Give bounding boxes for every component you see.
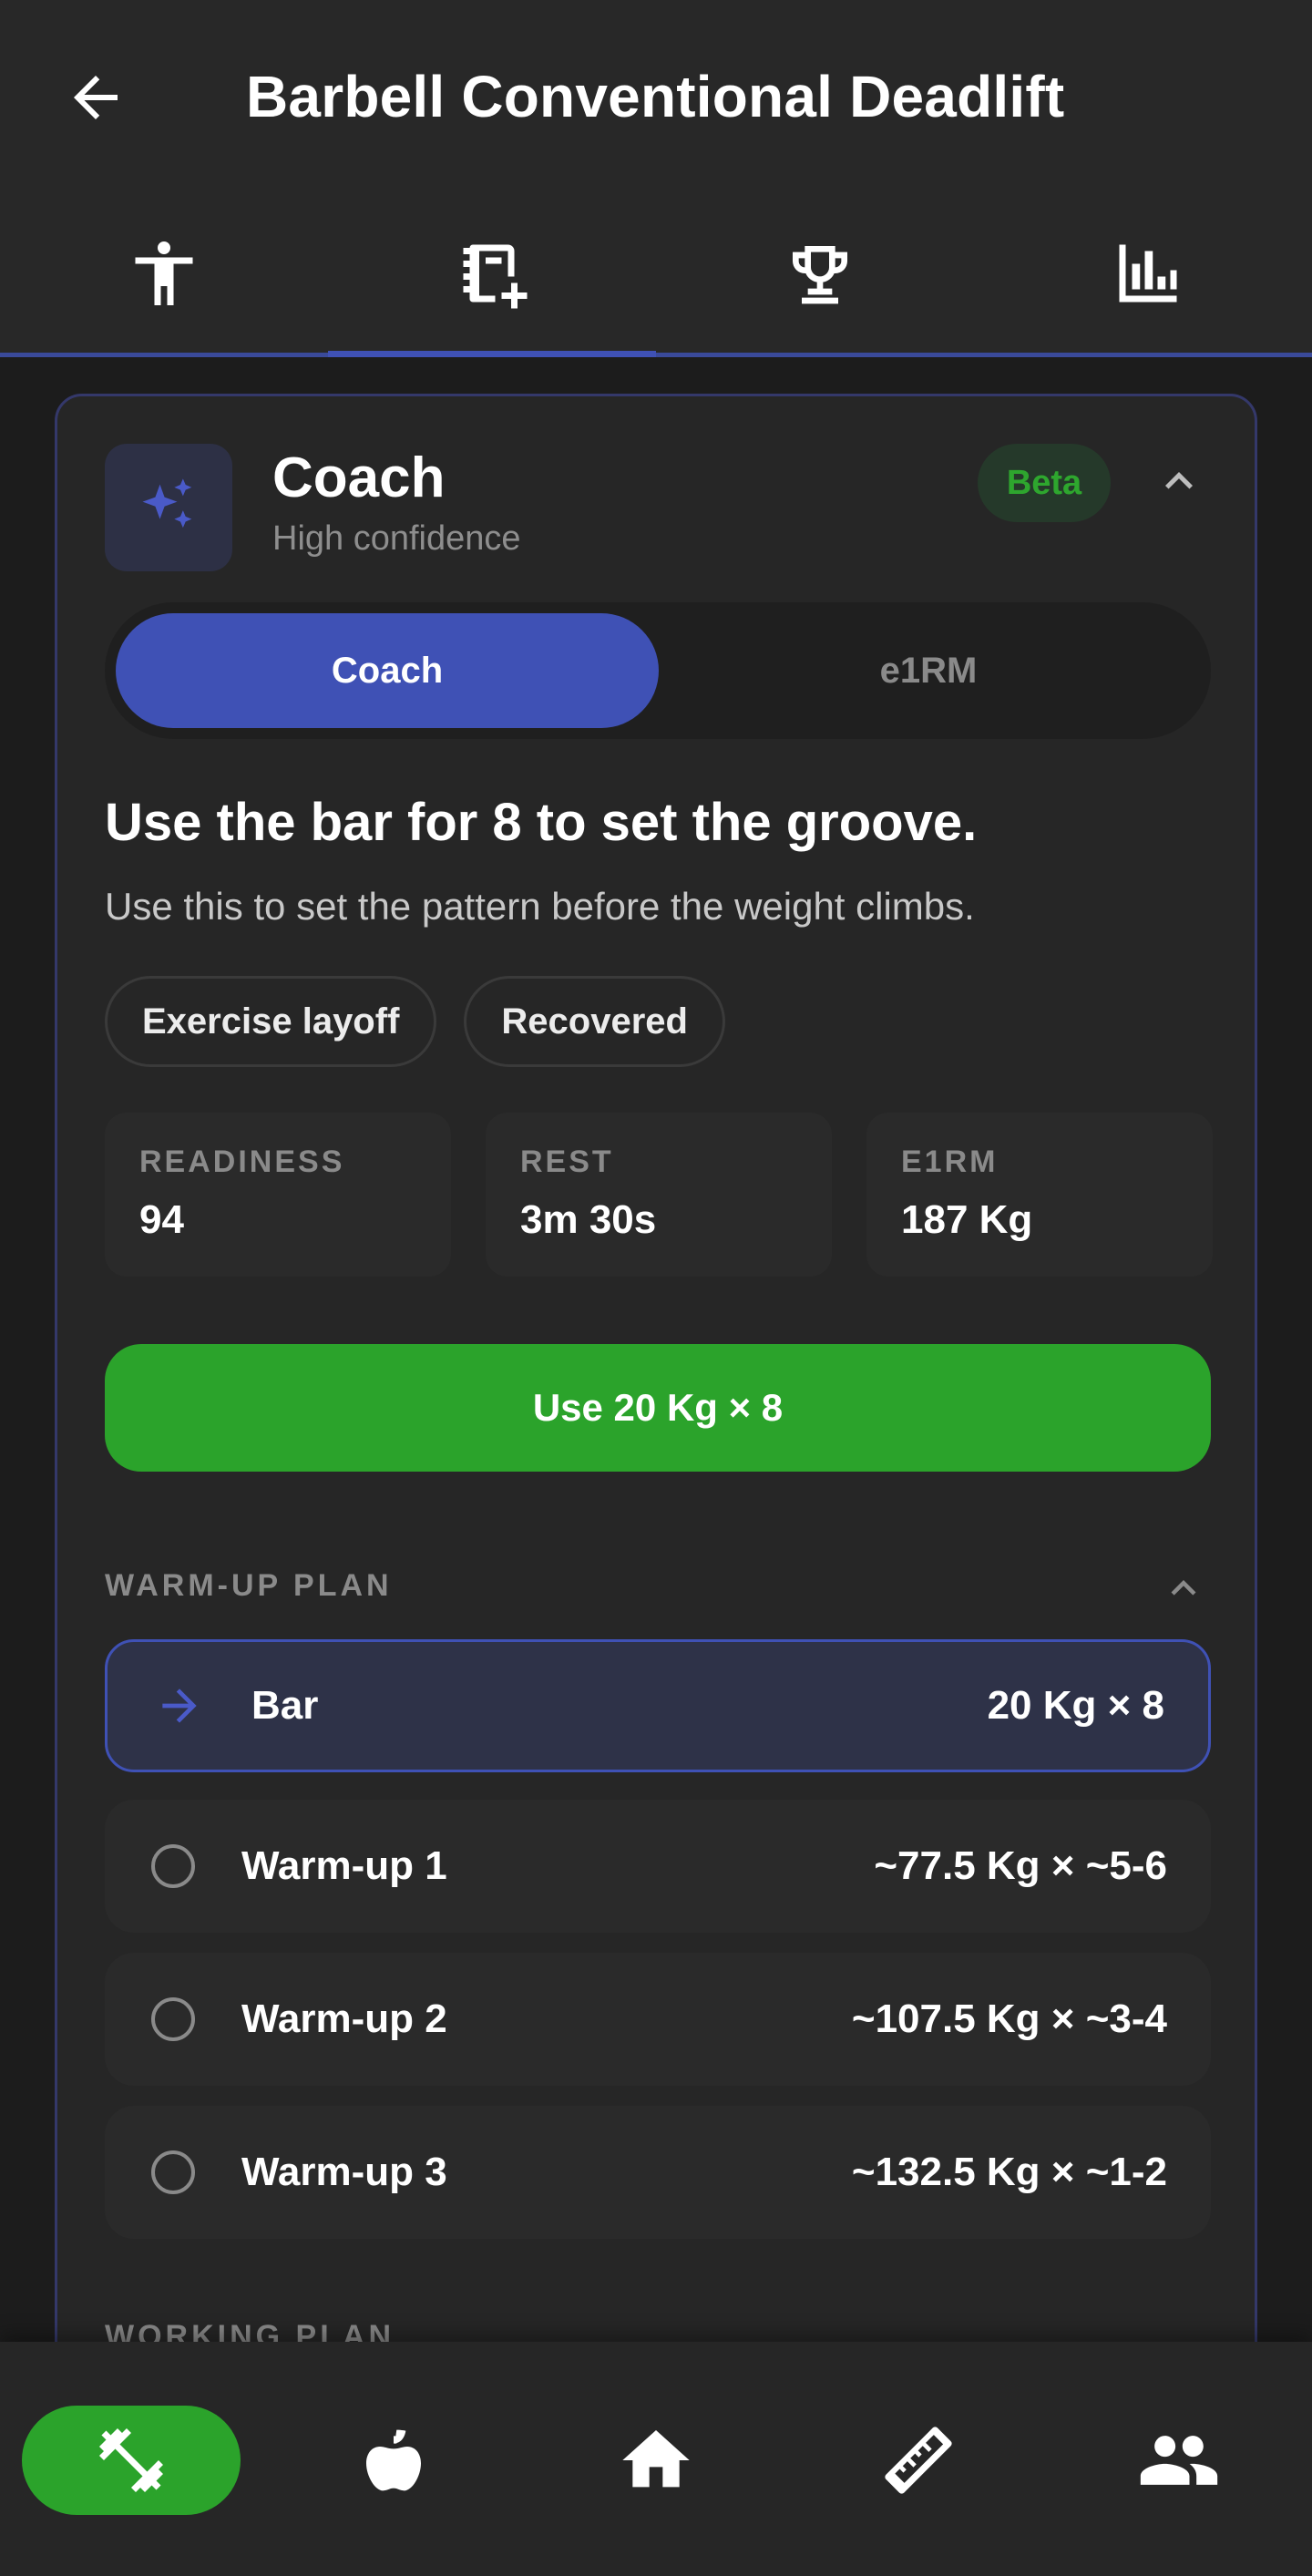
warmup-row-bar[interactable]: Bar 20 Kg × 8 [105,1639,1211,1772]
plan-row-value: ~107.5 Kg × ~3-4 [851,1996,1167,2041]
coach-confidence: High confidence [272,519,521,558]
stat-rest: REST 3m 30s [486,1113,832,1277]
trophy-icon [793,245,847,303]
coach-avatar [105,444,232,571]
warmup-row-1[interactable]: Warm-up 1 ~77.5 Kg × ~5-6 [105,1800,1211,1933]
coach-card: Coach High confidence Beta Coach e1RM Us… [55,394,1257,2342]
warmup-row-2[interactable]: Warm-up 2 ~107.5 Kg × ~3-4 [105,1953,1211,2086]
apple-icon [366,2429,421,2491]
plan-row-name: Warm-up 1 [241,1843,447,1888]
stat-label: E1RM [901,1144,999,1179]
nav-home[interactable] [601,2406,711,2515]
plan-row-value: ~132.5 Kg × ~1-2 [851,2150,1167,2194]
use-suggestion-button[interactable]: Use 20 Kg × 8 [105,1344,1211,1472]
beta-badge: Beta [978,444,1111,522]
bottom-navigation [0,2342,1312,2576]
radio-unchecked[interactable] [151,1997,195,2041]
page-title: Barbell Conventional Deadlift [246,64,1065,129]
plan-row-value: ~77.5 Kg × ~5-6 [874,1843,1167,1888]
chip-exercise-layoff: Exercise layoff [105,976,437,1067]
radio-unchecked[interactable] [151,2150,195,2194]
context-chips: Exercise layoff Recovered [105,976,725,1067]
sparkles-icon [142,478,192,529]
warmup-plan-title: WARM-UP PLAN [105,1568,393,1603]
plan-row-value: 20 Kg × 8 [987,1683,1164,1728]
dumbbell-icon [99,2428,163,2492]
plan-radio-wrap [105,2150,241,2194]
plan-radio-wrap [105,1844,241,1888]
stat-e1rm: E1RM 187 Kg [866,1113,1213,1277]
content-area[interactable]: Coach High confidence Beta Coach e1RM Us… [0,357,1312,2342]
tab-records[interactable] [656,193,984,353]
tab-bar [0,193,1312,357]
warmup-plan-header[interactable]: WARM-UP PLAN [105,1561,1211,1616]
tab-log[interactable] [328,193,656,357]
chevron-up-icon [1171,1580,1196,1596]
stat-value: 3m 30s [520,1197,657,1242]
bar-chart-icon [1119,244,1177,302]
radio-unchecked[interactable] [151,1844,195,1888]
chevron-up-icon [1165,472,1193,489]
home-icon [622,2430,690,2488]
current-set-indicator [108,1680,251,1731]
segment-coach[interactable]: Coach [116,613,659,728]
stat-label: REST [520,1144,614,1179]
top-app-bar: Barbell Conventional Deadlift [0,0,1312,193]
stat-value: 94 [139,1197,184,1242]
tab-exercise-info[interactable] [0,193,328,353]
stat-value: 187 Kg [901,1197,1033,1242]
segment-e1rm[interactable]: e1RM [657,613,1200,728]
people-icon [1140,2436,1218,2485]
stats-row: READINESS 94 REST 3m 30s E1RM 187 Kg [105,1113,1213,1277]
collapse-card-button[interactable] [1147,449,1211,513]
coach-title: Coach [272,446,446,509]
tab-charts[interactable] [984,193,1312,353]
plan-row-name: Bar [251,1683,319,1728]
person-standing-icon [135,241,193,305]
arrow-left-icon [74,76,118,119]
ruler-icon [885,2427,952,2494]
plan-row-name: Warm-up 3 [241,2150,447,2194]
coach-headline: Use the bar for 8 to set the groove. [105,793,978,852]
nav-measurements[interactable] [864,2406,973,2515]
nav-community[interactable] [1124,2406,1234,2515]
plan-radio-wrap [105,1997,241,2041]
warmup-collapse-button[interactable] [1156,1561,1211,1616]
nav-workout[interactable] [22,2406,241,2515]
chip-recovered: Recovered [464,976,725,1067]
back-button[interactable] [55,56,137,139]
working-plan-title[interactable]: WORKING PLAN [105,2319,395,2342]
stat-label: READINESS [139,1144,345,1179]
coach-subtext: Use this to set the pattern before the w… [105,885,975,928]
mode-toggle: Coach e1RM [105,602,1211,739]
notebook-plus-icon [463,244,528,308]
nav-nutrition[interactable] [339,2406,448,2515]
arrow-right-icon [162,1688,197,1723]
stat-readiness: READINESS 94 [105,1113,451,1277]
plan-row-name: Warm-up 2 [241,1996,447,2041]
warmup-row-3[interactable]: Warm-up 3 ~132.5 Kg × ~1-2 [105,2106,1211,2239]
